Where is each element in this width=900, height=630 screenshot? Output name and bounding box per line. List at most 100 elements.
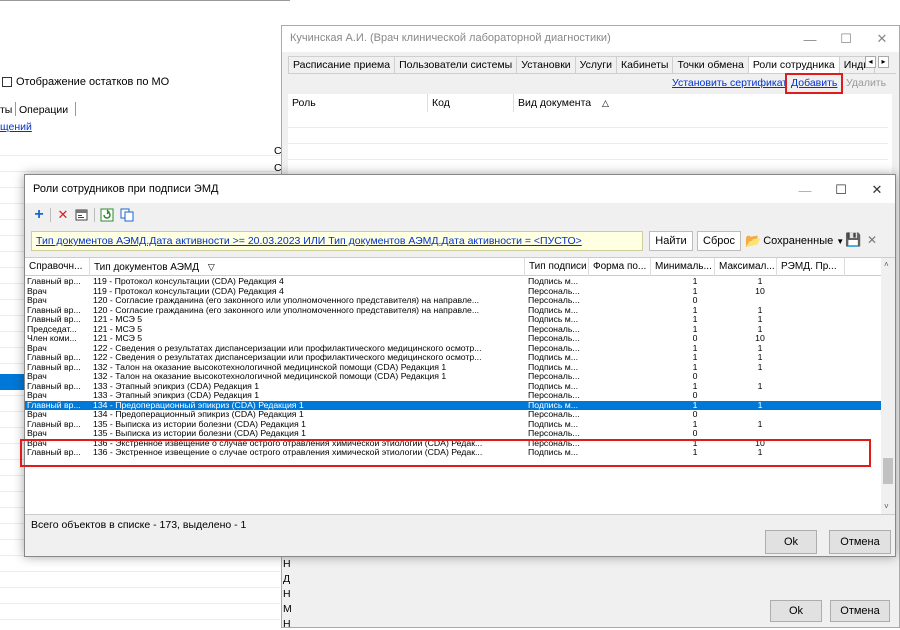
filter-bar[interactable]: Тип документов АЭМД.Дата активности >= 2… — [31, 231, 643, 251]
tab-cabinets[interactable]: Кабинеты — [615, 56, 674, 74]
table-cell: Врач — [27, 296, 47, 305]
save-filter-icon[interactable]: 💾 — [845, 232, 861, 248]
set-certificate-link[interactable]: Установить сертификат — [672, 77, 787, 89]
tab-settings[interactable]: Установки — [516, 56, 576, 74]
find-button[interactable]: Найти — [649, 231, 693, 251]
close-icon[interactable]: ✕ — [864, 26, 900, 52]
tab-exchange-points[interactable]: Точки обмена — [672, 56, 749, 74]
chevron-down-icon: ▼ — [842, 264, 844, 271]
table-cell: Врач — [27, 429, 47, 438]
table-cell: Врач — [27, 343, 47, 353]
table-row[interactable]: Врач 119 - Протокол консультации (CDA) Ре… — [25, 287, 881, 297]
col-remd-label: РЭМД. Пр... — [781, 261, 837, 272]
tab-divider — [75, 102, 76, 116]
toolbar-separator — [50, 208, 51, 222]
table-row[interactable]: Главный вр... 134 - Предоперационный эпик… — [25, 400, 881, 410]
col-doc-type[interactable]: Вид документа △ — [514, 94, 888, 112]
properties-icon[interactable] — [74, 207, 90, 223]
grid-scroll-thumb[interactable] — [883, 458, 893, 484]
table-cell: Подпись м... — [528, 305, 579, 315]
table-row[interactable]: Главный вр... 132 - Талон на оказание выс… — [25, 363, 881, 373]
table-cell: 1 — [757, 381, 763, 391]
scroll-down-icon[interactable]: ˅ — [884, 502, 889, 511]
table-cell: Персональ... — [528, 343, 580, 353]
refresh-icon[interactable] — [99, 207, 115, 223]
filter-expression[interactable]: Тип документов АЭМД.Дата активности >= 2… — [36, 235, 582, 247]
table-cell: 120 - Согласие гражданина (его законного… — [93, 296, 480, 305]
table-cell: 1 — [757, 362, 763, 372]
col-role[interactable]: Роль — [288, 94, 428, 112]
col-min[interactable]: Минималь... — [651, 258, 715, 276]
sort-desc-icon: ▽ — [207, 262, 215, 272]
tab-scroll-right-icon[interactable]: ▸ — [878, 56, 889, 68]
table-row[interactable]: Главный вр... 133 - Этапный эпикриз (CDA)… — [25, 382, 881, 392]
copy-icon[interactable] — [119, 207, 135, 223]
table-cell: 133 - Этапный эпикриз (CDA) Редакция 1 — [93, 381, 260, 391]
table-row[interactable]: Главный вр... 119 - Протокол консультации… — [25, 277, 881, 287]
tab-schedule[interactable]: Расписание приема — [288, 56, 396, 74]
table-row[interactable]: Врач 122 - Сведения о результатах диспанс… — [25, 344, 881, 354]
table-cell: 121 - МСЭ 5 — [93, 334, 143, 343]
clear-filter-icon[interactable]: ✕ — [867, 233, 877, 247]
table-row[interactable]: Председат... 121 - МСЭ 5 Персональ... 1 1 — [25, 325, 881, 335]
table-cell: Подпись м... — [528, 315, 579, 324]
col-aemd-doc-type[interactable]: Тип документов АЭМД ▽ — [90, 258, 525, 276]
col-reference[interactable]: Справочн... — [25, 258, 90, 276]
table-row[interactable]: Главный вр... 122 - Сведения о результата… — [25, 353, 881, 363]
delete-icon[interactable]: ✕ — [55, 207, 71, 223]
scroll-up-icon[interactable]: ˄ — [884, 260, 889, 269]
table-cell: 134 - Предоперационный эпикриз (CDA) Ред… — [93, 410, 304, 419]
col-remd[interactable]: РЭМД. Пр... ▼ — [777, 258, 845, 276]
table-row[interactable]: Врач 120 - Согласие гражданина (его закон… — [25, 296, 881, 306]
employee-dialog-titlebar: Кучинская А.И. (Врач клинической лаборат… — [282, 26, 899, 52]
table-row[interactable]: Врач 135 - Выписка из истории болезни (CD… — [25, 429, 881, 439]
table-cell: 122 - Сведения о результатах диспансериз… — [93, 353, 482, 362]
delete-link[interactable]: Удалить — [846, 77, 886, 89]
maximize-icon[interactable]: ☐ — [828, 26, 864, 52]
table-cell: 132 - Талон на оказание высокотехнологич… — [93, 372, 447, 381]
table-row[interactable]: Главный вр... 135 - Выписка из истории бо… — [25, 420, 881, 430]
col-max[interactable]: Максимал... — [715, 258, 777, 276]
table-cell: Главный вр... — [27, 400, 81, 410]
employee-dialog-title: Кучинская А.И. (Врач клинической лаборат… — [290, 32, 611, 44]
close-icon[interactable]: ✕ — [859, 177, 895, 203]
modal-ok-button[interactable]: Ok — [765, 530, 817, 554]
table-cell: 134 - Предоперационный эпикриз (CDA) Ред… — [93, 400, 304, 410]
table-cell: 121 - МСЭ 5 — [93, 315, 143, 324]
grid-scrollbar[interactable]: ˄ ˅ — [881, 258, 895, 514]
col-code[interactable]: Код — [428, 94, 514, 112]
employee-cancel-button[interactable]: Отмена — [830, 600, 890, 622]
tab-scroll-left-icon[interactable]: ◂ — [865, 56, 876, 68]
col-form[interactable]: Форма по... — [589, 258, 651, 276]
stock-checkbox-label: Отображение остатков по МО — [16, 76, 170, 88]
maximize-icon[interactable]: ☐ — [823, 177, 859, 203]
col-signature-type[interactable]: Тип подписи — [525, 258, 589, 276]
table-cell: 135 - Выписка из истории болезни (CDA) Р… — [93, 419, 306, 429]
table-cell: 135 - Выписка из истории болезни (CDA) Р… — [93, 429, 306, 438]
table-cell: Подпись м... — [528, 277, 579, 286]
table-row[interactable]: Член коми... 121 - МСЭ 5 Персональ... 0 10 — [25, 334, 881, 344]
stock-checkbox[interactable] — [2, 77, 12, 87]
bg-link[interactable]: щений — [0, 121, 32, 133]
left-letter: Н — [283, 558, 291, 570]
table-row[interactable]: Врач 133 - Этапный эпикриз (CDA) Редакция… — [25, 391, 881, 401]
chevron-down-icon: ▼ — [836, 236, 845, 246]
table-row[interactable]: Врач 134 - Предоперационный эпикриз (CDA)… — [25, 410, 881, 420]
folder-icon: 📂 — [745, 233, 762, 248]
employee-ok-button[interactable]: Ok — [770, 600, 822, 622]
tab-services[interactable]: Услуги — [574, 56, 617, 74]
minimize-icon[interactable]: — — [787, 177, 823, 203]
add-icon[interactable]: + — [31, 206, 47, 223]
bg-tab-operations[interactable]: Операции — [19, 104, 68, 116]
left-letter: Н — [283, 618, 291, 630]
table-row[interactable]: Врач 132 - Талон на оказание высокотехнол… — [25, 372, 881, 382]
bg-tab-1[interactable]: ты — [0, 104, 12, 116]
saved-filters-dropdown[interactable]: 📂 Сохраненные ▼ — [745, 231, 844, 251]
modal-cancel-button[interactable]: Отмена — [829, 530, 891, 554]
tab-employee-roles[interactable]: Роли сотрудника — [747, 56, 840, 74]
reset-button[interactable]: Сброс — [697, 231, 741, 251]
table-row[interactable]: Главный вр... 121 - МСЭ 5 Подпись м... 1 1 — [25, 315, 881, 325]
table-row[interactable]: Главный вр... 120 - Согласие гражданина (… — [25, 306, 881, 316]
minimize-icon[interactable]: — — [792, 26, 828, 52]
tab-system-users[interactable]: Пользователи системы — [394, 56, 518, 74]
